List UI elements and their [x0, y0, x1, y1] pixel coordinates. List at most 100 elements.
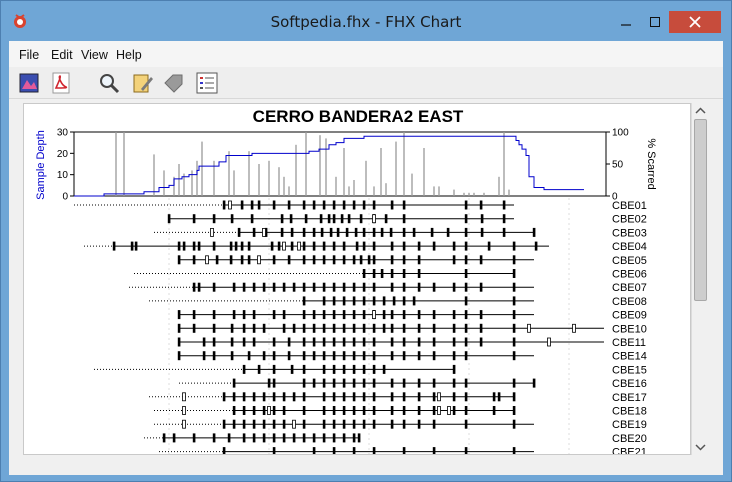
injury-2-0: [210, 228, 214, 237]
fire-scar-11-15: [372, 351, 376, 361]
right-axis-label: % Scarred: [645, 138, 657, 189]
fire-scar-14-7: [292, 392, 296, 402]
edit-button[interactable]: [131, 71, 155, 95]
fire-scar-0-5: [287, 200, 291, 210]
fire-scar-13-16: [464, 378, 468, 388]
fire-scar-15-4: [272, 406, 276, 415]
fire-scar-11-16: [390, 351, 394, 361]
fire-scar-16-19: [512, 419, 516, 429]
chart-panel[interactable]: CERRO BANDERA2 EAST 0 10 20 30 0 50 100 Sample …: [23, 103, 691, 455]
fire-scar-16-17: [432, 419, 436, 429]
fire-scar-4-16: [372, 255, 376, 265]
fire-scar-8-0: [177, 310, 181, 320]
scroll-up-button[interactable]: [692, 103, 709, 119]
fire-scar-6-9: [292, 282, 296, 292]
fire-scar-13-4: [312, 378, 316, 388]
injury-15-0: [182, 406, 186, 415]
fire-scar-14-19: [452, 392, 456, 402]
fire-scar-10-19: [432, 337, 436, 347]
fire-scar-7-5: [362, 296, 366, 306]
fire-scar-3-0: [112, 241, 116, 251]
fire-scar-15-10: [352, 406, 356, 415]
fire-scar-4-9: [312, 255, 316, 265]
fire-scar-4-21: [464, 255, 468, 265]
fire-scar-4-12: [342, 255, 346, 265]
fire-scar-1-16: [402, 214, 406, 224]
fire-scar-3-5: [192, 241, 196, 251]
fire-scar-4-1: [192, 255, 196, 265]
fire-scar-15-7: [322, 406, 326, 415]
fire-scar-11-8: [302, 351, 306, 361]
fire-scar-4-0: [177, 255, 181, 265]
fire-scar-16-5: [272, 419, 276, 429]
scroll-thumb[interactable]: [694, 119, 707, 301]
series-label-11: CBE14: [612, 351, 647, 363]
fire-scar-2-19: [446, 227, 450, 237]
fire-scar-3-25: [417, 241, 421, 251]
menu-file[interactable]: File: [19, 48, 39, 62]
title-bar[interactable]: Softpedia.fhx - FHX Chart: [1, 1, 731, 41]
fire-scar-11-4: [247, 351, 251, 361]
export-image-button[interactable]: [17, 71, 41, 95]
export-pdf-button[interactable]: [49, 71, 73, 95]
fire-scar-7-6: [372, 296, 376, 306]
fire-scar-9-15: [362, 323, 366, 333]
fire-scar-6-12: [322, 282, 326, 292]
zoom-button[interactable]: [97, 71, 121, 95]
fire-scar-14-9: [322, 392, 326, 402]
fire-scar-13-10: [372, 378, 376, 388]
fire-scar-8-20: [432, 310, 436, 320]
injury-2-1: [262, 228, 266, 237]
maximize-button[interactable]: [641, 11, 669, 33]
fire-scar-2-15: [389, 227, 393, 237]
fire-scar-9-1: [192, 323, 196, 333]
fire-scar-2-16: [402, 227, 406, 237]
injury-1-0: [372, 214, 376, 224]
fire-scar-6-16: [362, 282, 366, 292]
legend-button[interactable]: [195, 71, 219, 95]
fire-scar-4-17: [390, 255, 394, 265]
fire-scar-18-9: [512, 447, 516, 454]
fire-scar-12-0: [242, 364, 246, 374]
fire-scar-3-21: [362, 241, 366, 251]
fire-scar-16-15: [402, 419, 406, 429]
injury-9-1: [572, 323, 576, 333]
fire-scar-11-18: [417, 351, 421, 361]
fire-scar-5-3: [390, 269, 394, 278]
injury-0-0: [228, 200, 232, 210]
fire-scar-8-12: [342, 310, 346, 320]
fire-scar-0-3: [257, 200, 261, 210]
fire-scar-17-8: [272, 433, 276, 443]
chevron-down-icon: [695, 444, 706, 451]
series-label-5: CBE06: [612, 269, 647, 281]
fire-scar-18-2: [312, 447, 316, 454]
fire-scar-7-7: [382, 296, 386, 306]
fire-scar-6-23: [464, 282, 468, 292]
menu-edit[interactable]: Edit: [51, 48, 73, 62]
fire-scar-10-8: [302, 337, 306, 347]
fire-scar-4-13: [352, 255, 356, 265]
fire-scar-0-17: [479, 200, 483, 210]
fire-scar-14-0: [222, 392, 226, 402]
fire-scar-9-20: [417, 323, 421, 333]
minimize-icon: [621, 24, 631, 26]
series-label-0: CBE01: [612, 200, 647, 212]
close-button[interactable]: [669, 11, 721, 33]
fire-scar-15-11: [362, 406, 366, 415]
tag-button[interactable]: [161, 71, 185, 95]
fire-scar-7-8: [392, 296, 396, 306]
fire-scar-9-4: [242, 323, 246, 333]
menu-view[interactable]: View: [81, 48, 108, 62]
fire-scar-18-3: [332, 447, 336, 454]
fire-scar-16-18: [464, 419, 468, 429]
scroll-down-button[interactable]: [692, 439, 709, 455]
fire-scar-5-2: [380, 269, 384, 278]
legend-icon: [196, 72, 218, 94]
fire-scar-1-13: [359, 214, 363, 224]
injury-15-1: [267, 406, 271, 415]
menu-help[interactable]: Help: [116, 48, 142, 62]
fire-scar-11-21: [464, 351, 468, 361]
series-label-14: CBE17: [612, 392, 647, 404]
vertical-scrollbar[interactable]: [691, 103, 709, 455]
minimize-button[interactable]: [611, 11, 641, 33]
